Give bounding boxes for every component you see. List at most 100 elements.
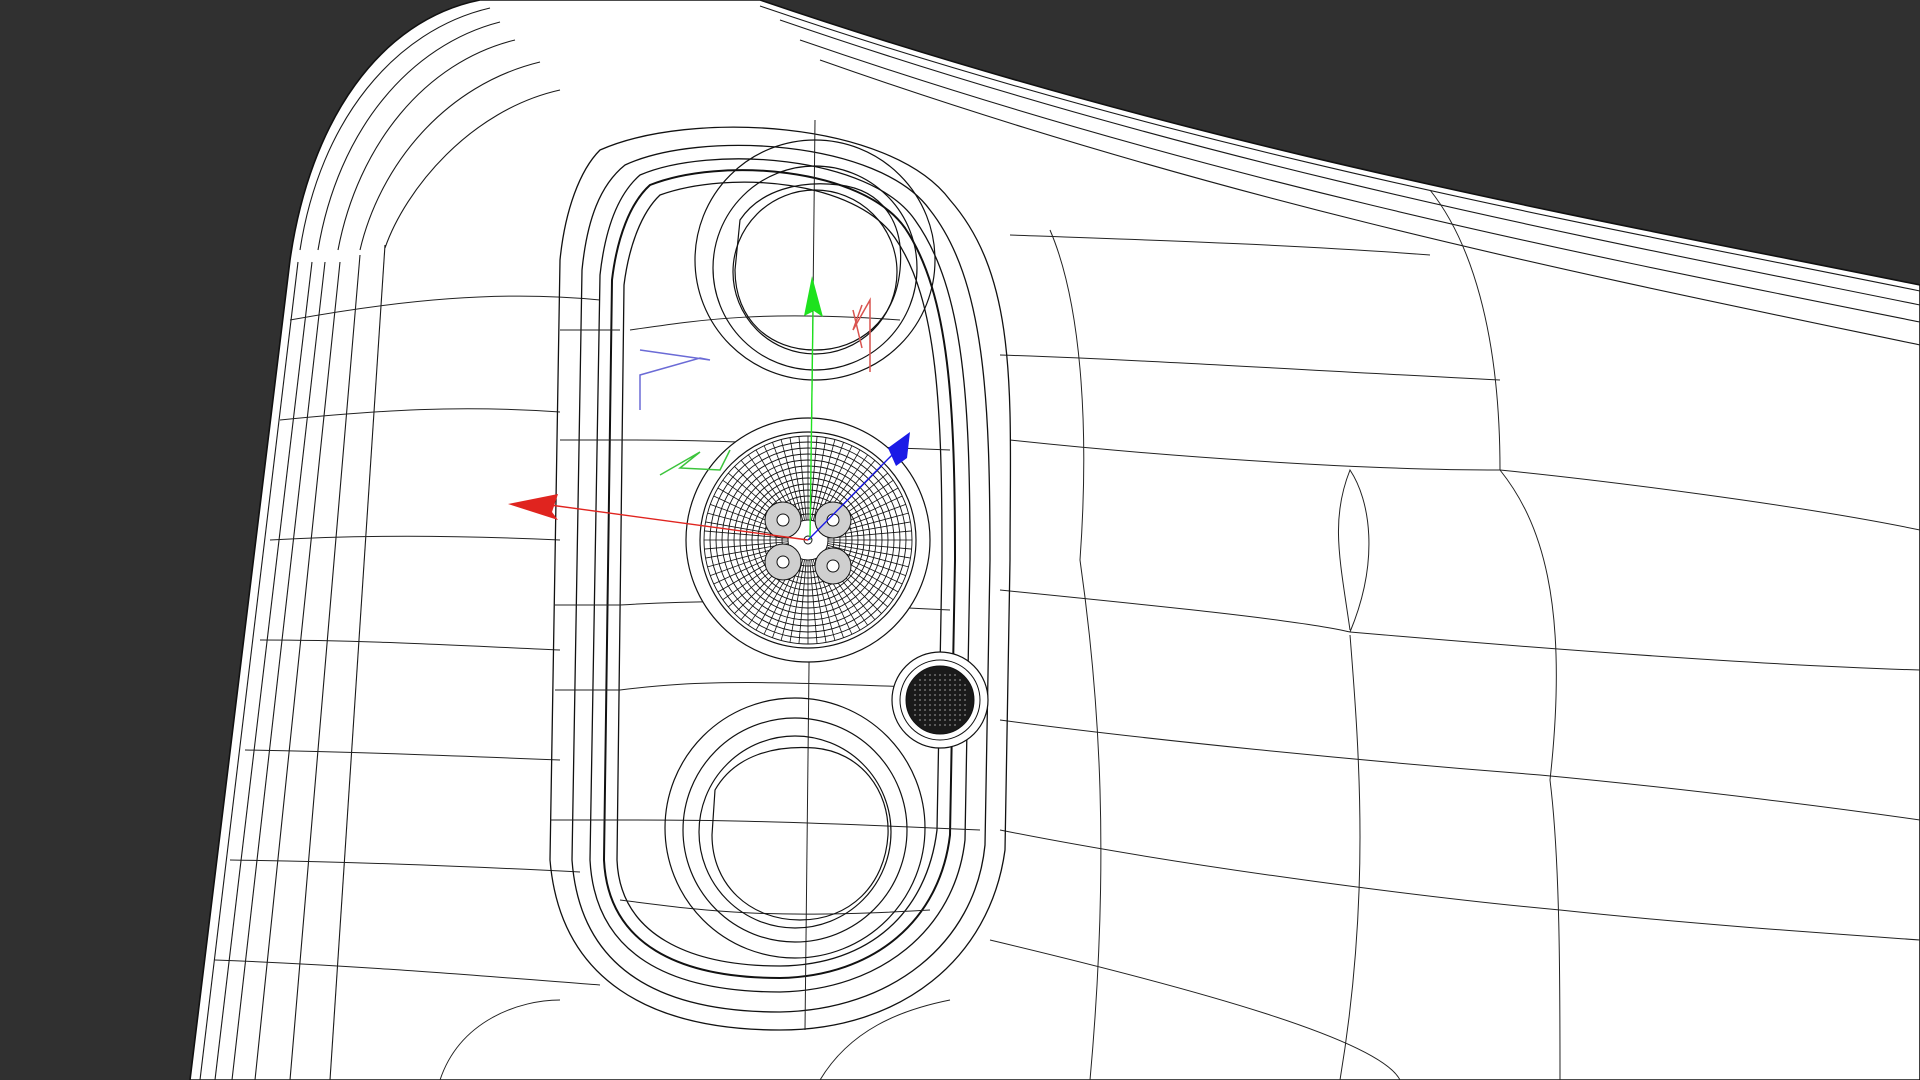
flash-dot [919,679,921,681]
flash-dot [939,694,941,696]
flash-dot [944,679,946,681]
flash-dot [924,704,926,706]
flash-dot [914,684,916,686]
flash-dot [939,719,941,721]
flash-dot [949,679,951,681]
flash-dot [954,684,956,686]
flash-dot [939,674,941,676]
flash-dot [939,704,941,706]
flash-dot [914,699,916,701]
flash-dot [914,694,916,696]
flash-dot [934,714,936,716]
flash-dot [954,694,956,696]
flash-dot [929,689,931,691]
flash-dot [954,724,956,726]
flash-dot [964,699,966,701]
flash-dot [934,719,936,721]
flash-dot [949,709,951,711]
flash-dot [959,694,961,696]
flash-dot [939,684,941,686]
flash-dot [954,679,956,681]
flash-dot [949,694,951,696]
flash-dot [929,714,931,716]
flash-dot [959,704,961,706]
viewport-scene[interactable] [0,0,1920,1080]
flash-dot [964,684,966,686]
flash-dot [939,689,941,691]
flash-dot [944,714,946,716]
flash-dot [954,719,956,721]
flash-dot [919,684,921,686]
flash-dot [924,689,926,691]
flash-dot [919,704,921,706]
flash-dot [944,684,946,686]
flash-dot [929,694,931,696]
flash-dot [934,689,936,691]
flash-dot [929,679,931,681]
flash-dot [929,699,931,701]
flash-dot [944,724,946,726]
flash-dot [964,709,966,711]
flash-dot [934,674,936,676]
flash-dot [954,699,956,701]
flash-dot [954,674,956,676]
flash-dot [924,719,926,721]
flash-dot [924,674,926,676]
flash-dot [944,709,946,711]
flash-dot [929,674,931,676]
3d-viewport[interactable] [0,0,1920,1080]
flash-dot [924,714,926,716]
flash-dot [954,704,956,706]
flash-dot [939,714,941,716]
flash-dot [944,719,946,721]
flash-dot [964,714,966,716]
flash-dot [919,719,921,721]
flash-dot [919,709,921,711]
flash-dot [949,699,951,701]
flash-dot [939,679,941,681]
flash-dot [924,679,926,681]
flash-dot [944,674,946,676]
flash-dot [964,694,966,696]
flash-dot [964,704,966,706]
flash[interactable] [891,651,989,749]
flash-dot [949,689,951,691]
flash-dot [924,724,926,726]
flash-dot [934,699,936,701]
flash-dot [949,704,951,706]
flash-dot [924,699,926,701]
flash-dot [919,714,921,716]
flash-dot [914,704,916,706]
flash-dot [924,694,926,696]
flash-dot [939,699,941,701]
flash-dot [959,689,961,691]
flash-dot [959,684,961,686]
flash-dot [944,704,946,706]
flash-dot [934,704,936,706]
flash-dot [959,709,961,711]
flash-dot [949,724,951,726]
flash-dot [924,709,926,711]
flash-dot [934,694,936,696]
flash-dot [959,679,961,681]
flash-dot [934,684,936,686]
flash-dot [929,684,931,686]
flash-dot [934,724,936,726]
flash-dot [954,689,956,691]
flash-dot [949,719,951,721]
flash-dot [944,689,946,691]
flash-dot [929,709,931,711]
flash-dot [959,699,961,701]
flash-dot [939,724,941,726]
flash-dot [929,724,931,726]
flash-dot [959,714,961,716]
flash-dot [954,714,956,716]
flash-dot [964,689,966,691]
flash-dot [919,694,921,696]
flash-dot [929,704,931,706]
flash-dot [939,709,941,711]
flash-dot [954,709,956,711]
flash-dot [949,684,951,686]
flash-dot [949,674,951,676]
flash-dot [929,719,931,721]
